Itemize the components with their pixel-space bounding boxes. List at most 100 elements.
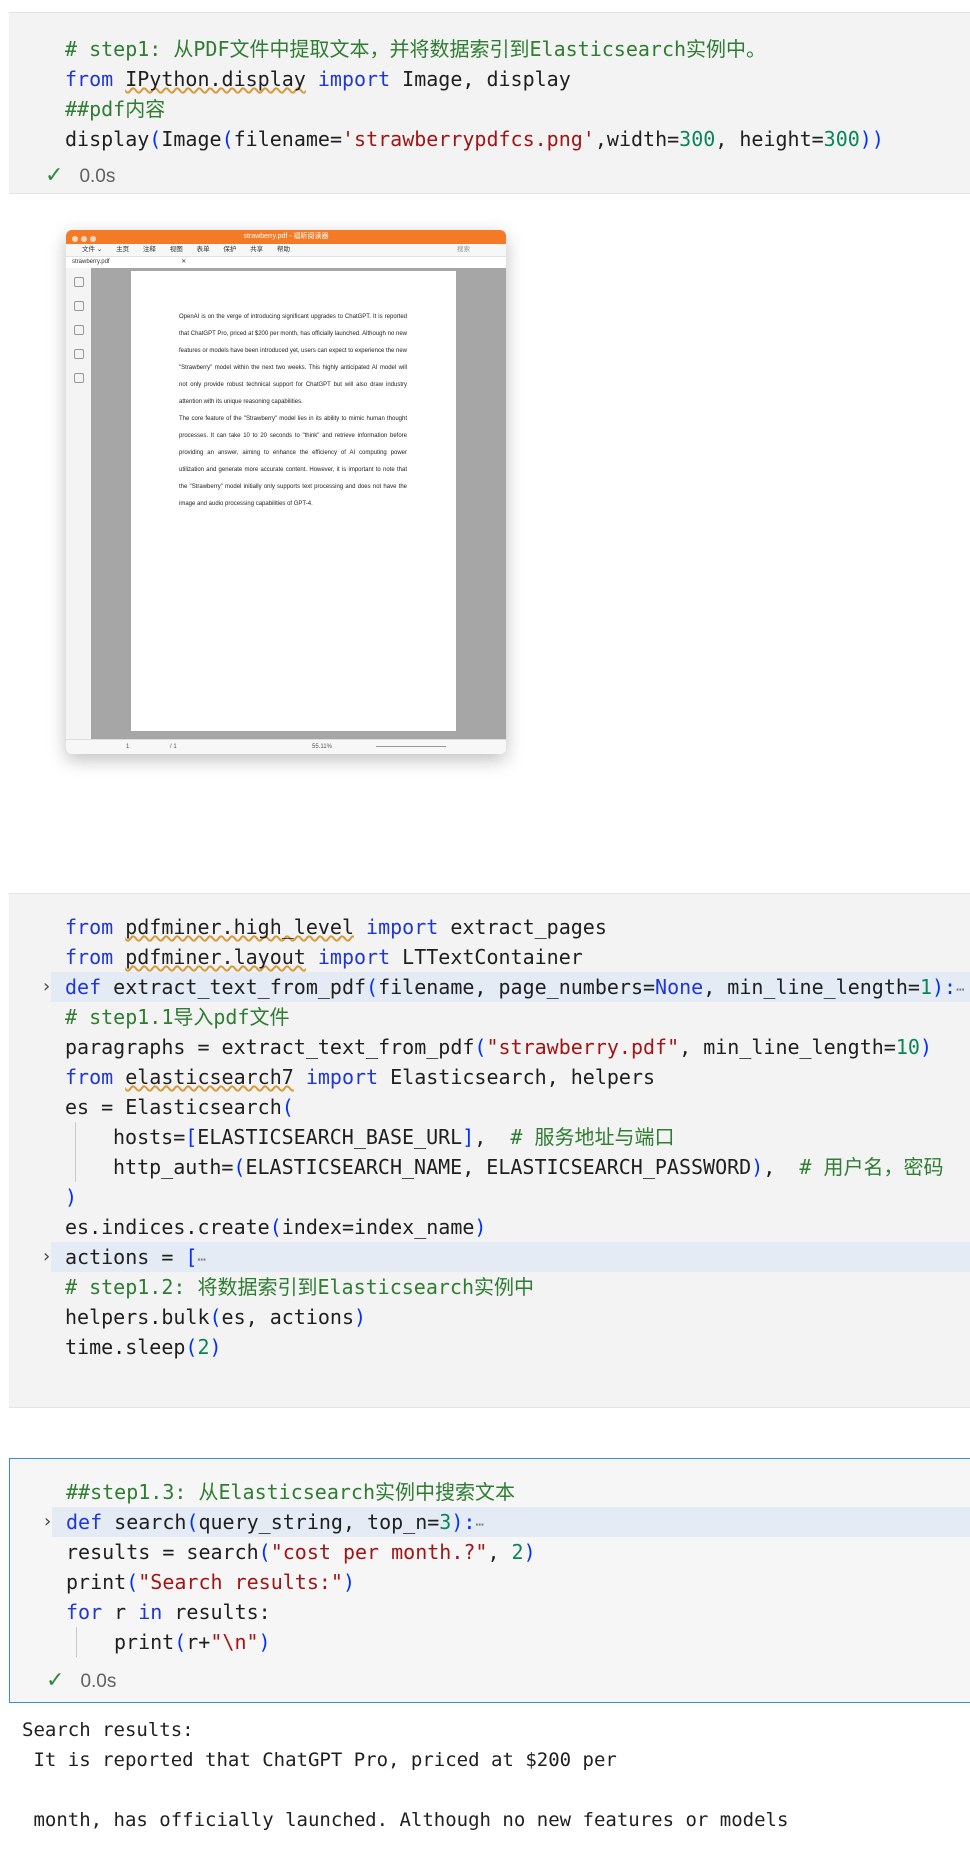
code-line[interactable]: # step1.2: 将数据索引到Elasticsearch实例中 bbox=[65, 1272, 534, 1302]
output-line: Search results: bbox=[22, 1719, 194, 1741]
page-total: / 1 bbox=[170, 744, 177, 750]
code-text: results = search bbox=[66, 1540, 259, 1564]
code-text: helpers.bulk bbox=[65, 1305, 210, 1329]
viewer-status-bar: 1 / 1 55.11% bbox=[66, 739, 506, 754]
cell-output: Search results: It is reported that Chat… bbox=[0, 1715, 970, 1855]
execution-time: 0.0s bbox=[80, 1671, 117, 1692]
ellipsis-icon[interactable]: ⋯ bbox=[956, 982, 965, 998]
check-icon: ✓ bbox=[46, 1667, 65, 1692]
keyword: import bbox=[366, 915, 439, 939]
code-line[interactable]: es.indices.create(index=index_name) bbox=[65, 1212, 486, 1242]
close-icon: ✕ bbox=[181, 259, 187, 265]
bracket: ) bbox=[474, 1215, 487, 1239]
number: 2 bbox=[511, 1540, 524, 1564]
code-line[interactable]: results = search("cost per month.?", 2) bbox=[66, 1537, 536, 1567]
bracket: ( bbox=[269, 1215, 282, 1239]
viewer-sidebar bbox=[66, 268, 92, 740]
string: "strawberry.pdf" bbox=[486, 1035, 680, 1059]
string: 'strawberrypdfcs.png' bbox=[341, 127, 595, 151]
code-text: results: bbox=[162, 1600, 271, 1624]
menu-bar: 文件 ⌄ 主页 注释 视图 表单 保护 共享 帮助 搜索 bbox=[66, 244, 506, 257]
code-line[interactable]: # step1: 从PDF文件中提取文本，并将数据索引到Elasticsearc… bbox=[65, 34, 766, 64]
output-line: It is reported that ChatGPT Pro, priced … bbox=[22, 1749, 617, 1771]
bracket: ( bbox=[281, 1095, 294, 1119]
bracket: )) bbox=[859, 127, 884, 151]
code-line[interactable]: from pdfminer.high_level import extract_… bbox=[65, 912, 607, 942]
code-text: es = Elasticsearch bbox=[65, 1095, 282, 1119]
menu-item: 共享 bbox=[250, 246, 264, 253]
code-line-folded[interactable]: › actions = [⋯ bbox=[41, 1242, 970, 1272]
keyword: None bbox=[655, 975, 704, 999]
code-line[interactable]: display(Image(filename='strawberrypdfcs.… bbox=[65, 124, 884, 154]
bracket: ( bbox=[258, 1540, 271, 1564]
ellipsis-icon[interactable]: ⋯ bbox=[197, 1252, 206, 1268]
number: 3 bbox=[439, 1510, 452, 1534]
number: 300 bbox=[823, 127, 860, 151]
bracket: ) bbox=[342, 1570, 356, 1594]
chevron-right-icon[interactable]: › bbox=[41, 1242, 55, 1272]
bracket: [ bbox=[185, 1245, 198, 1269]
code-line-folded[interactable]: › def search(query_string, top_n=3):⋯ bbox=[42, 1507, 970, 1537]
code-line[interactable]: es = Elasticsearch( bbox=[65, 1092, 294, 1122]
code-cell-1[interactable]: # step1: 从PDF文件中提取文本，并将数据索引到Elasticsearc… bbox=[9, 12, 970, 194]
module-name: pdfminer.high_level bbox=[125, 915, 354, 939]
code-line[interactable]: ) bbox=[65, 1182, 77, 1212]
ellipsis-icon[interactable]: ⋯ bbox=[475, 1517, 484, 1533]
code-line[interactable]: from IPython.display import Image, displ… bbox=[65, 64, 571, 94]
cell-status: ✓ 0.0s bbox=[45, 162, 115, 188]
bracket: ( bbox=[185, 1335, 198, 1359]
code-text: , min_line_length= bbox=[679, 1035, 896, 1059]
code-line[interactable]: hosts=[ELASTICSEARCH_BASE_URL], # 服务地址与端… bbox=[113, 1122, 674, 1152]
keyword: import bbox=[317, 945, 391, 969]
string: "cost per month.?" bbox=[270, 1540, 488, 1564]
bracket: ( bbox=[221, 127, 234, 151]
menu-item: 表单 bbox=[196, 246, 210, 253]
attachment-icon bbox=[73, 373, 84, 383]
code-line[interactable]: from elasticsearch7 import Elasticsearch… bbox=[65, 1062, 655, 1092]
bracket: ) bbox=[919, 1035, 932, 1059]
code-line[interactable]: from pdfminer.layout import LTTextContai… bbox=[65, 942, 583, 972]
output-line: month, has officially launched. Although… bbox=[22, 1809, 789, 1831]
layers-icon bbox=[73, 349, 84, 359]
chevron-right-icon[interactable]: › bbox=[41, 972, 55, 1002]
zoom-slider bbox=[376, 746, 446, 747]
code-text: es.indices.create bbox=[65, 1215, 270, 1239]
page-number: 1 bbox=[126, 744, 130, 750]
code-line[interactable]: http_auth=(ELASTICSEARCH_NAME, ELASTICSE… bbox=[113, 1152, 943, 1182]
check-icon: ✓ bbox=[45, 162, 64, 187]
code-text: , bbox=[474, 1125, 511, 1149]
search-field: 搜索 bbox=[457, 246, 470, 253]
comment: # 服务地址与端口 bbox=[510, 1125, 675, 1149]
code-text: filename, page_numbers= bbox=[378, 975, 656, 999]
code-line[interactable]: ##pdf内容 bbox=[65, 94, 165, 124]
function-name: extract_text_from_pdf bbox=[101, 975, 367, 999]
chevron-right-icon[interactable]: › bbox=[42, 1507, 56, 1537]
bracket: ) bbox=[354, 1305, 367, 1329]
code-text: http_auth= bbox=[113, 1155, 234, 1179]
code-text: ELASTICSEARCH_BASE_URL bbox=[197, 1125, 463, 1149]
comment: # 用户名，密码 bbox=[799, 1155, 944, 1179]
code-line[interactable]: ##step1.3: 从Elasticsearch实例中搜索文本 bbox=[66, 1477, 515, 1507]
code-line[interactable]: helpers.bulk(es, actions) bbox=[65, 1302, 366, 1332]
string: "Search results:" bbox=[138, 1570, 343, 1594]
code-line[interactable]: # step1.1导入pdf文件 bbox=[65, 1002, 290, 1032]
bracket: ( bbox=[149, 127, 162, 151]
indent-guide bbox=[75, 1122, 76, 1182]
bracket: ( bbox=[126, 1570, 139, 1594]
code-text: print bbox=[114, 1630, 175, 1654]
bracket: ) bbox=[209, 1335, 222, 1359]
keyword: from bbox=[65, 1065, 114, 1089]
number: 2 bbox=[197, 1335, 210, 1359]
module-name: IPython.display bbox=[125, 67, 306, 91]
code-line[interactable]: print(r+"\n") bbox=[114, 1627, 271, 1657]
code-line[interactable]: print("Search results:") bbox=[66, 1567, 355, 1597]
keyword: import bbox=[317, 67, 391, 91]
comment: # step1.2: 将数据索引到Elasticsearch实例中 bbox=[65, 1275, 534, 1299]
code-cell-2[interactable]: from pdfminer.high_level import extract_… bbox=[9, 893, 970, 1408]
code-line[interactable]: time.sleep(2) bbox=[65, 1332, 222, 1362]
code-line[interactable]: for r in results: bbox=[66, 1597, 271, 1627]
code-line-folded[interactable]: › def extract_text_from_pdf(filename, pag… bbox=[41, 972, 970, 1002]
code-text: filename= bbox=[233, 127, 342, 151]
code-cell-3[interactable]: ##step1.3: 从Elasticsearch实例中搜索文本 › def se… bbox=[9, 1458, 970, 1703]
code-line[interactable]: paragraphs = extract_text_from_pdf("stra… bbox=[65, 1032, 932, 1062]
